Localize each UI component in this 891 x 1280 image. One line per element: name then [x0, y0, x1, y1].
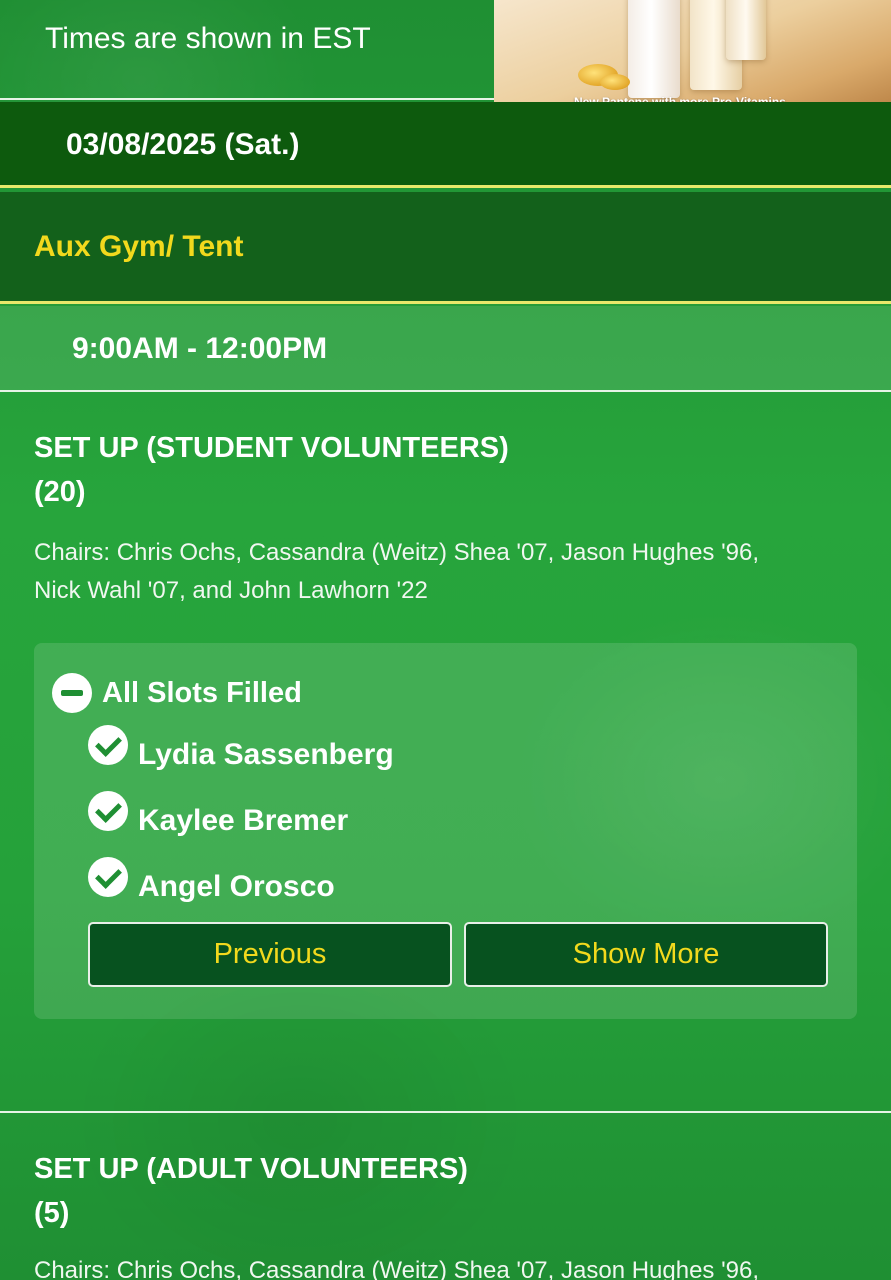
volunteer-name: Lydia Sassenberg — [138, 738, 394, 771]
ad-product-image — [628, 0, 680, 98]
volunteer-list-item: Lydia Sassenberg — [88, 725, 394, 773]
date-header: 03/08/2025 (Sat.) — [0, 102, 891, 188]
section-divider — [0, 1111, 891, 1113]
time-block-label: 9:00AM - 12:00PM — [72, 332, 328, 365]
slot-chairs-line: Chairs: Chris Ochs, Cassandra (Weitz) Sh… — [34, 1257, 760, 1280]
volunteer-list-item: Angel Orosco — [88, 857, 335, 905]
slot-chairs-line: Chairs: Chris Ochs, Cassandra (Weitz) Sh… — [34, 539, 760, 566]
check-circle-icon — [88, 725, 128, 765]
slot-chairs: Chairs: Chris Ochs, Cassandra (Weitz) Sh… — [34, 1252, 874, 1280]
volunteer-name: Angel Orosco — [138, 870, 335, 903]
slot-title: SET UP (ADULT VOLUNTEERS) (5) — [34, 1147, 834, 1235]
slot-title-name: SET UP (STUDENT VOLUNTEERS) — [34, 432, 509, 464]
signup-slots-panel: All Slots Filled Lydia Sassenberg Kaylee… — [34, 643, 857, 1019]
check-circle-icon — [88, 857, 128, 897]
check-circle-icon — [88, 791, 128, 831]
ad-vitamin-capsule — [600, 74, 630, 90]
slot-chairs: Chairs: Chris Ochs, Cassandra (Weitz) Sh… — [34, 534, 874, 610]
slots-collapse-toggle[interactable]: All Slots Filled — [52, 673, 302, 713]
timezone-header: Times are shown in EST — [0, 0, 494, 100]
volunteer-name: Kaylee Bremer — [138, 804, 349, 837]
timezone-note: Times are shown in EST — [45, 22, 371, 55]
slots-status-label: All Slots Filled — [102, 676, 302, 709]
location-label: Aux Gym/ Tent — [34, 230, 244, 263]
volunteer-list-item: Kaylee Bremer — [88, 791, 349, 839]
slot-title-name: SET UP (ADULT VOLUNTEERS) — [34, 1153, 468, 1185]
minus-circle-icon[interactable] — [52, 673, 92, 713]
time-block-header: 9:00AM - 12:00PM — [0, 306, 891, 392]
show-more-button[interactable]: Show More — [464, 922, 828, 987]
date-label: 03/08/2025 (Sat.) — [66, 128, 300, 161]
previous-button[interactable]: Previous — [88, 922, 452, 987]
slot-chairs-line: Nick Wahl '07, and John Lawhorn '22 — [34, 577, 428, 604]
location-header: Aux Gym/ Tent — [0, 192, 891, 304]
slot-title-count: (20) — [34, 476, 86, 508]
slot-title: SET UP (STUDENT VOLUNTEERS) (20) — [34, 426, 834, 514]
slot-title-count: (5) — [34, 1197, 70, 1229]
ad-product-image — [726, 0, 766, 60]
